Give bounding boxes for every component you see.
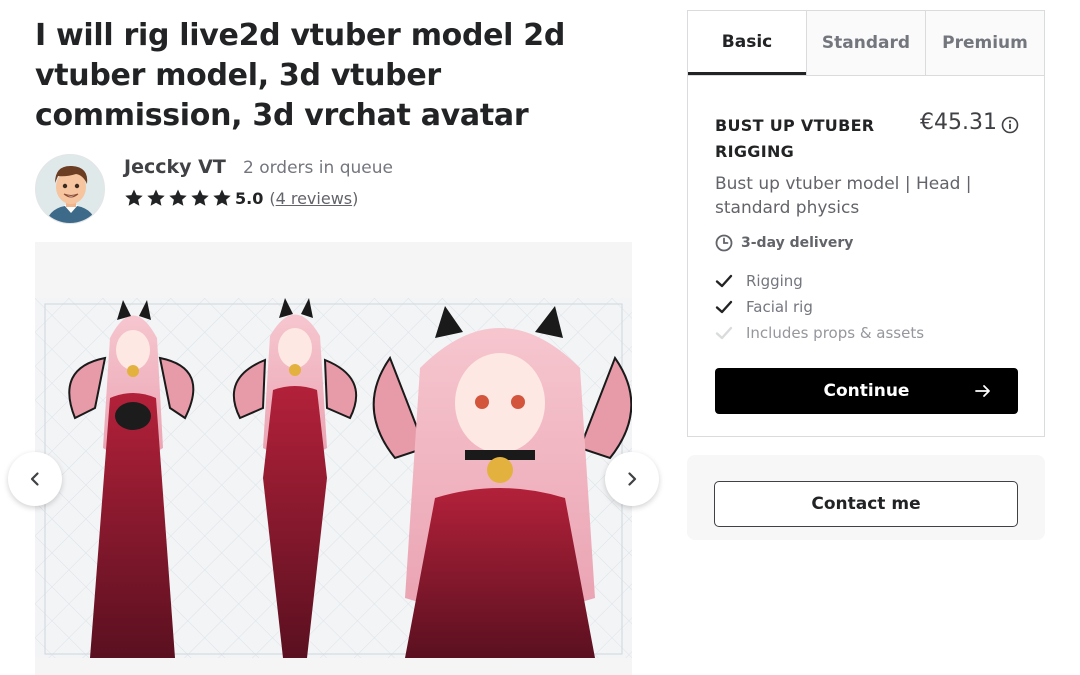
rating-stars — [124, 188, 232, 208]
star-icon — [169, 189, 187, 206]
chevron-left-icon — [30, 472, 39, 486]
orders-in-queue: 2 orders in queue — [243, 158, 393, 178]
tab-basic[interactable]: Basic — [688, 11, 806, 75]
gallery-next-button[interactable] — [605, 452, 659, 506]
reviews-close-paren: ) — [352, 188, 359, 208]
package-price: €45.31 — [920, 110, 997, 135]
star-icon — [213, 189, 231, 206]
check-icon — [715, 274, 733, 288]
feature-label: Facial rig — [746, 298, 813, 316]
continue-button[interactable]: Continue — [715, 368, 1018, 414]
package-tabs: Basic Standard Premium — [688, 11, 1044, 76]
continue-label: Continue — [823, 381, 910, 401]
clock-icon — [715, 234, 733, 252]
delivery-time: 3-day delivery — [741, 235, 854, 251]
info-icon[interactable] — [1001, 116, 1019, 134]
gig-gallery — [35, 242, 632, 675]
avatar-portrait-image — [36, 155, 104, 223]
tab-standard[interactable]: Standard — [806, 11, 925, 75]
seller-avatar[interactable] — [35, 154, 105, 224]
vtuber-artwork-illustration — [35, 298, 632, 658]
reviews-link[interactable]: 4 reviews — [276, 189, 353, 208]
seller-name[interactable]: Jeccky VT — [124, 156, 226, 178]
gallery-prev-button[interactable] — [8, 452, 62, 506]
chevron-right-icon — [628, 472, 637, 486]
gallery-main-image — [35, 298, 632, 658]
package-card: Basic Standard Premium BUST UP VTUBER RI… — [687, 10, 1045, 437]
reviews-count: (4 reviews) — [269, 189, 358, 208]
tab-premium[interactable]: Premium — [925, 11, 1044, 75]
feature-label: Rigging — [746, 272, 803, 290]
feature-item: Includes props & assets — [715, 320, 924, 346]
check-icon — [715, 326, 733, 340]
star-icon — [191, 189, 209, 206]
package-description: Bust up vtuber model | Head | standard p… — [715, 174, 972, 218]
contact-card: Contact me — [687, 455, 1045, 540]
seller-rating: 5.0 (4 reviews) — [124, 188, 358, 208]
check-icon — [715, 300, 733, 314]
star-icon — [147, 189, 165, 206]
package-name: BUST UP VTUBER RIGGING — [715, 116, 875, 161]
star-icon — [125, 189, 143, 206]
delivery-info: 3-day delivery — [715, 234, 853, 252]
contact-me-button[interactable]: Contact me — [714, 481, 1018, 527]
feature-item: Facial rig — [715, 294, 924, 320]
arrow-right-icon — [975, 385, 990, 397]
seller-overview: Jeccky VT 2 orders in queue 5.0 (4 revie… — [35, 154, 635, 226]
gig-title: I will rig live2d vtuber model 2d vtuber… — [35, 18, 566, 133]
feature-label: Includes props & assets — [746, 324, 925, 342]
feature-list: Rigging Facial rig Includes props & asse… — [715, 268, 924, 346]
feature-item: Rigging — [715, 268, 924, 294]
rating-score: 5.0 — [235, 188, 264, 208]
